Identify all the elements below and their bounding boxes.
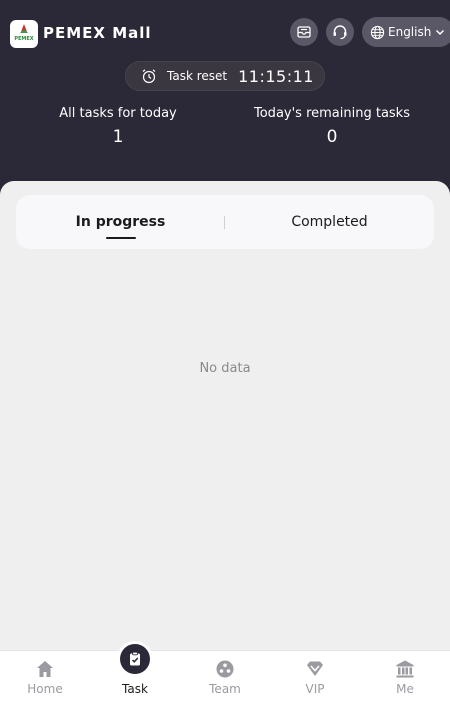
language-selector[interactable]: English — [362, 17, 450, 47]
bottom-navigation: Home Task Team VIP Me — [0, 641, 450, 705]
home-icon — [37, 661, 53, 677]
app-header: PEMEX PEMEX Mall English — [0, 0, 450, 64]
app-title: PEMEX Mall — [43, 24, 152, 42]
remaining-tasks-value: 0 — [326, 127, 338, 147]
pemex-logo: PEMEX — [10, 20, 38, 48]
chevron-down-icon — [436, 29, 445, 36]
team-icon — [216, 660, 234, 678]
tab-completed-label: Completed — [291, 214, 368, 230]
nav-home-label: Home — [27, 682, 63, 696]
nav-task[interactable]: Task — [90, 641, 180, 705]
tab-in-progress[interactable]: In progress — [16, 195, 225, 249]
alarm-clock-icon — [142, 69, 156, 84]
clipboard-check-icon — [130, 651, 140, 666]
active-tab-indicator — [106, 237, 136, 239]
task-panel: In progress Completed No data — [0, 181, 450, 705]
nav-me-label: Me — [396, 682, 414, 696]
logo-text: PEMEX — [14, 36, 33, 42]
mail-icon — [297, 26, 311, 38]
remaining-tasks-label: Today's remaining tasks — [254, 106, 410, 121]
language-label: English — [388, 25, 432, 39]
nav-team[interactable]: Team — [180, 651, 270, 705]
all-tasks-label: All tasks for today — [59, 106, 177, 121]
task-reset-countdown: 11:15:11 — [238, 66, 314, 86]
task-reset-label: Task reset — [167, 69, 228, 83]
bank-icon — [396, 660, 414, 678]
diamond-icon — [307, 661, 323, 676]
message-button[interactable] — [290, 18, 318, 46]
nav-team-label: Team — [209, 682, 241, 696]
empty-state: No data — [199, 361, 251, 376]
task-bubble — [117, 641, 153, 677]
tab-in-progress-label: In progress — [75, 214, 166, 230]
globe-icon — [370, 25, 385, 39]
customer-service-button[interactable] — [326, 18, 354, 46]
nav-vip-label: VIP — [305, 682, 325, 696]
all-tasks-stat: All tasks for today 1 — [18, 106, 218, 147]
remaining-tasks-stat: Today's remaining tasks 0 — [232, 106, 432, 147]
nav-vip[interactable]: VIP — [270, 651, 360, 705]
tab-completed[interactable]: Completed — [225, 195, 434, 249]
nav-task-label: Task — [122, 682, 148, 696]
all-tasks-value: 1 — [112, 127, 124, 147]
nav-me[interactable]: Me — [360, 651, 450, 705]
headset-icon — [333, 25, 347, 40]
nav-home[interactable]: Home — [0, 651, 90, 705]
task-tabs: In progress Completed — [16, 195, 434, 249]
task-reset-timer: Task reset 11:15:11 — [125, 61, 325, 91]
